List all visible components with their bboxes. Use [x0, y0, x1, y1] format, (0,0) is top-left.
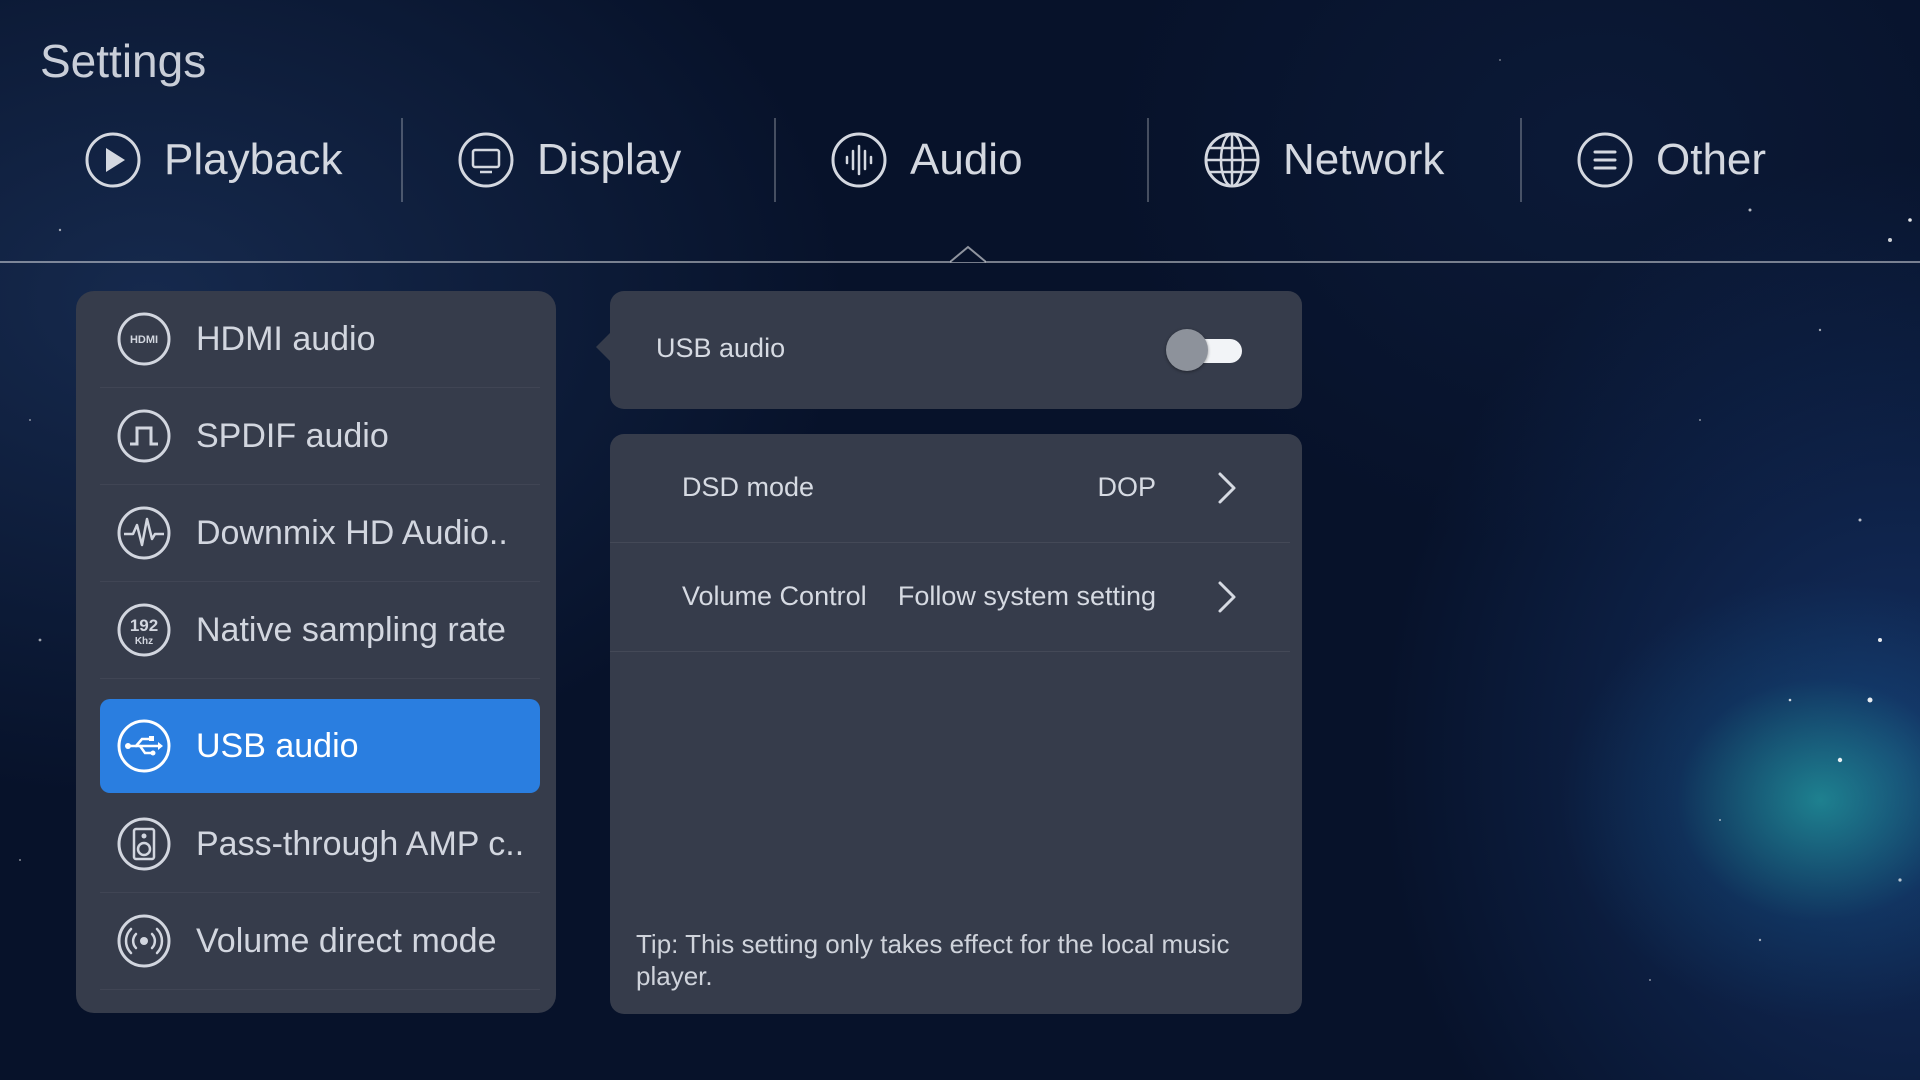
audio-wave-icon	[831, 132, 887, 188]
option-label: DSD mode	[682, 472, 815, 502]
sidebar-item-label: Pass-through AMP c..	[196, 824, 525, 863]
svg-text:Khz: Khz	[135, 636, 153, 647]
tab-label: Display	[537, 135, 682, 184]
tab-playback[interactable]: Playback	[84, 118, 343, 202]
sidebar-item-spdif-audio[interactable]: SPDIF audio	[100, 388, 540, 485]
sidebar-item-label: USB audio	[196, 726, 359, 765]
usb-icon	[117, 719, 171, 773]
spdif-icon	[117, 409, 171, 463]
192khz-icon: 192Khz	[117, 603, 171, 657]
tab-separator	[1520, 118, 1522, 202]
tab-label: Playback	[164, 135, 343, 184]
menu-icon	[1577, 132, 1633, 188]
globe-icon	[1204, 132, 1260, 188]
sidebar-item-pass-through-amp[interactable]: Pass-through AMP c..	[100, 796, 540, 893]
tab-label: Audio	[910, 135, 1023, 184]
selection-pointer	[596, 333, 610, 361]
tab-audio[interactable]: Audio	[830, 118, 1023, 202]
usb-audio-toggle[interactable]	[1166, 327, 1250, 371]
toggle-knob	[1166, 329, 1208, 371]
page-title: Settings	[40, 35, 207, 87]
sidebar-item-label: Volume direct mode	[196, 921, 497, 960]
monitor-icon	[458, 132, 514, 188]
sidebar-item-label: Downmix HD Audio..	[196, 513, 508, 552]
waveform-icon	[117, 506, 171, 560]
tab-network[interactable]: Network	[1203, 118, 1444, 202]
sidebar-item-hdmi-audio[interactable]: HDMI HDMI audio	[100, 291, 540, 388]
audio-settings-list: HDMI HDMI audio SPDIF audio Downmix HD A…	[76, 291, 556, 1013]
tab-other[interactable]: Other	[1576, 118, 1766, 202]
speaker-icon	[117, 817, 171, 871]
tab-display[interactable]: Display	[457, 118, 681, 202]
svg-text:192: 192	[130, 616, 158, 635]
tip-text: Tip: This setting only takes effect for …	[636, 929, 1230, 991]
tab-label: Other	[1656, 135, 1767, 184]
chevron-right-icon	[1218, 581, 1236, 613]
play-icon	[85, 132, 141, 188]
option-label: Volume Control	[682, 581, 867, 611]
option-value: Follow system setting	[897, 581, 1156, 611]
tab-separator	[1147, 118, 1149, 202]
usb-audio-options-card: DSD mode DOP Volume Control Follow syste…	[610, 434, 1302, 1014]
tab-separator	[401, 118, 403, 202]
sidebar-item-usb-audio[interactable]: USB audio	[100, 699, 540, 793]
sidebar-item-label: SPDIF audio	[196, 416, 389, 455]
svg-text:HDMI: HDMI	[130, 334, 158, 346]
tab-separator	[774, 118, 776, 202]
volume-control-row[interactable]: Volume Control Follow system setting	[610, 543, 1290, 652]
broadcast-icon	[117, 914, 171, 968]
sidebar-item-native-sampling-rate[interactable]: 192 Khz Native sampling rate	[100, 582, 540, 679]
sidebar-item-volume-direct-mode[interactable]: Volume direct mode	[100, 893, 540, 990]
dsd-mode-row[interactable]: DSD mode DOP	[610, 434, 1290, 543]
sidebar-item-downmix-hd-audio[interactable]: Downmix HD Audio..	[100, 485, 540, 582]
chevron-right-icon	[1218, 472, 1236, 504]
option-value: DOP	[1097, 472, 1156, 502]
usb-audio-toggle-card: USB audio	[596, 291, 1302, 409]
usb-audio-label: USB audio	[656, 333, 786, 363]
hdmi-icon: HDMI	[117, 312, 171, 366]
sidebar-item-label: HDMI audio	[196, 319, 376, 358]
tab-label: Network	[1283, 135, 1445, 184]
tab-bar: Playback Display Audio Network Other	[0, 100, 1920, 220]
sidebar-item-label: Native sampling rate	[196, 610, 506, 649]
active-tab-indicator	[950, 245, 986, 263]
